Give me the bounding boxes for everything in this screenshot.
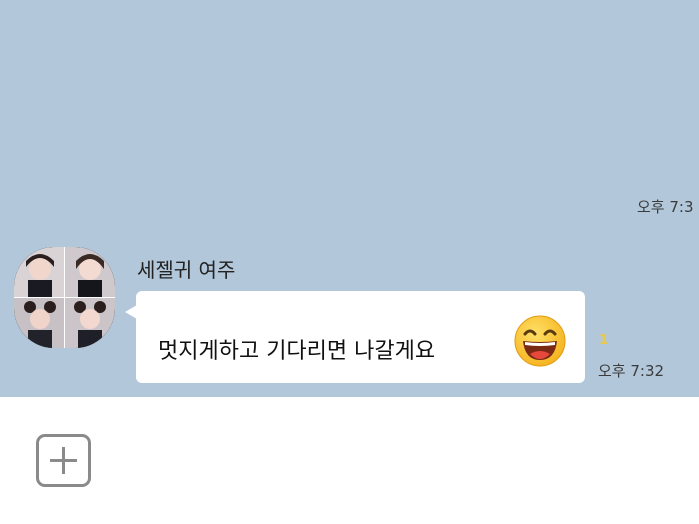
- avatar-photo-collage: [14, 247, 115, 348]
- grinning-face-icon: [514, 315, 566, 367]
- previous-message-time: 오후 7:3: [637, 198, 694, 216]
- message-text: 멋지게하고 기다리면 나갈게요: [158, 339, 436, 364]
- avatar[interactable]: [14, 247, 115, 348]
- sender-name: 세젤귀 여주: [137, 258, 236, 282]
- plus-icon: [50, 447, 77, 474]
- unread-count: 1: [599, 333, 609, 348]
- message-time: 오후 7:32: [598, 362, 665, 380]
- chat-screen: 오후 7:3 세젤귀 여주 멋지게하고 기다리면 나갈게요 1 오후 7:32: [0, 0, 699, 524]
- chat-message-area[interactable]: 오후 7:3 세젤귀 여주 멋지게하고 기다리면 나갈게요 1 오후 7:32: [0, 0, 699, 397]
- attach-plus-button[interactable]: [36, 434, 91, 487]
